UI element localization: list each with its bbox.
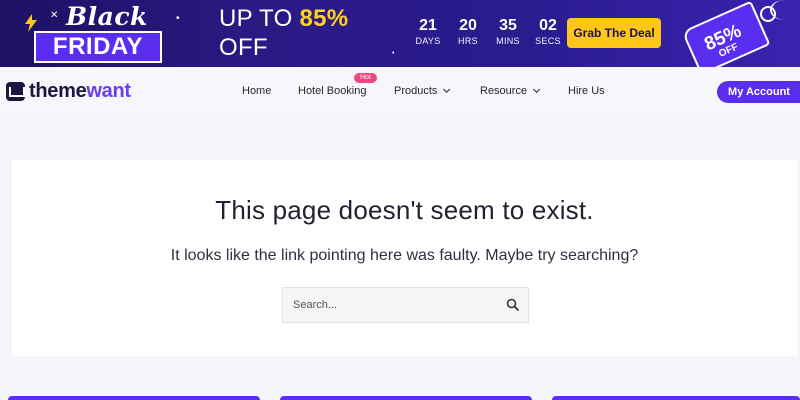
bottom-card[interactable] xyxy=(8,396,260,400)
nav-label: Hire Us xyxy=(568,85,605,97)
countdown-value: 21 xyxy=(419,17,437,34)
page-subtitle: It looks like the link pointing here was… xyxy=(170,247,639,264)
countdown-label: HRS xyxy=(458,36,478,46)
countdown-value: 20 xyxy=(459,17,477,34)
countdown-label: SECS xyxy=(535,36,561,46)
main-nav: Home Hot Hotel Booking Products Resource… xyxy=(0,67,800,115)
search-input[interactable] xyxy=(283,288,503,322)
sparkle-icon: ✕ xyxy=(50,10,59,21)
banner-headline: UP TO 85% xyxy=(219,5,348,33)
countdown-hours: 20 HRS xyxy=(448,17,488,47)
nav-label: Home xyxy=(242,85,272,97)
nav-item-home[interactable]: Home xyxy=(242,85,271,97)
page-title: This page doesn't seem to exist. xyxy=(215,195,594,225)
nav-label: Hotel Booking xyxy=(298,85,367,97)
countdown-label: MINS xyxy=(496,36,520,46)
search-icon[interactable] xyxy=(505,297,521,313)
countdown-seconds: 02 SECS xyxy=(528,17,568,47)
nav-label: Products xyxy=(394,85,438,97)
nav-item-hire-us[interactable]: Hire Us xyxy=(568,85,605,97)
promo-banner[interactable]: ✕ • • Black FRIDAY UP TO 85% OFF 21 DAYS… xyxy=(0,0,800,67)
countdown-value: 35 xyxy=(499,17,517,34)
chevron-down-icon xyxy=(533,85,541,93)
banner-off: OFF xyxy=(219,34,268,61)
sparkle-icon: • xyxy=(392,50,395,57)
tag-ring xyxy=(760,6,776,22)
banner-friday-text: FRIDAY xyxy=(34,31,162,63)
countdown-value: 02 xyxy=(539,17,557,34)
nav-item-resource[interactable]: Resource xyxy=(480,85,541,97)
sparkle-icon: • xyxy=(176,13,180,24)
chevron-down-icon xyxy=(443,85,451,93)
countdown-days: 21 DAYS xyxy=(408,17,448,47)
countdown-label: DAYS xyxy=(415,36,441,46)
nav-item-hotel-booking[interactable]: Hotel Booking xyxy=(298,85,367,97)
banner-up-to: UP TO xyxy=(219,5,300,32)
banner-black-text: Black xyxy=(66,2,148,31)
bottom-card[interactable] xyxy=(552,396,800,400)
nav-label: Resource xyxy=(480,85,528,97)
search-form xyxy=(282,287,529,323)
countdown-timer: 21 DAYS 20 HRS 35 MINS 02 SECS xyxy=(408,17,568,47)
my-account-button[interactable]: My Account xyxy=(717,81,800,103)
not-found-card: This page doesn't seem to exist. It look… xyxy=(12,160,797,356)
lightning-icon xyxy=(25,14,37,32)
banner-percent: 85% xyxy=(299,5,349,32)
site-header: themewant Home Hot Hotel Booking Product… xyxy=(0,67,800,115)
nav-item-products[interactable]: Products xyxy=(394,85,451,97)
bottom-card[interactable] xyxy=(280,396,532,400)
countdown-minutes: 35 MINS xyxy=(488,17,528,47)
hot-badge: Hot xyxy=(354,73,377,83)
grab-deal-button[interactable]: Grab The Deal xyxy=(567,18,661,48)
